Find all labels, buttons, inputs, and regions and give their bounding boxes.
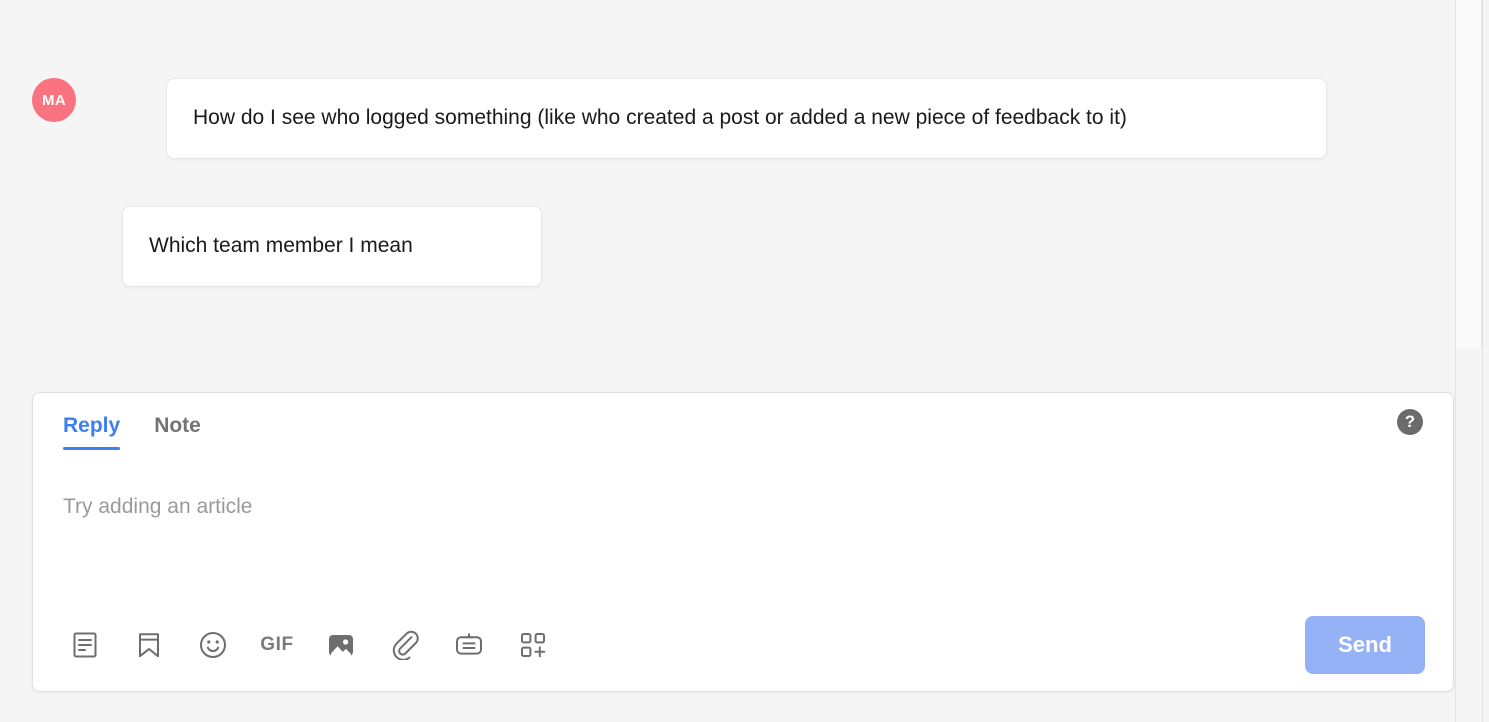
composer-header: Reply Note ? [33, 393, 1453, 465]
composer-footer: GIF Send [33, 599, 1453, 691]
help-icon[interactable]: ? [1397, 409, 1423, 435]
chat-panel: MA How do I see who logged something (li… [0, 0, 1489, 722]
message-composer: Reply Note ? Try adding an article GIF S… [32, 392, 1454, 692]
article-icon[interactable] [63, 623, 107, 667]
message-bubble: Which team member I mean [122, 206, 542, 287]
tab-reply[interactable]: Reply [63, 415, 121, 450]
conversation-column: MA How do I see who logged something (li… [0, 0, 1455, 722]
panel-divider [1482, 0, 1483, 722]
tab-note[interactable]: Note [154, 415, 201, 450]
right-panel-edge [1455, 0, 1489, 722]
image-icon[interactable] [319, 623, 363, 667]
avatar: MA [32, 78, 76, 122]
composer-tabs: Reply Note [63, 393, 201, 450]
saved-reply-icon[interactable] [127, 623, 171, 667]
message-row: MA How do I see who logged something (li… [32, 78, 1327, 159]
gif-label: GIF [260, 634, 294, 655]
gif-icon[interactable]: GIF [255, 623, 299, 667]
right-panel-surface [1456, 0, 1482, 348]
attachment-icon[interactable] [383, 623, 427, 667]
reply-input[interactable] [63, 491, 1423, 591]
send-button[interactable]: Send [1305, 616, 1425, 674]
message-row: Which team member I mean [122, 206, 542, 287]
emoji-icon[interactable] [191, 623, 235, 667]
composer-toolbar: GIF [63, 623, 555, 667]
card-icon[interactable] [447, 623, 491, 667]
composer-body [33, 465, 1453, 595]
message-list: MA How do I see who logged something (li… [0, 0, 1455, 348]
apps-add-icon[interactable] [511, 623, 555, 667]
message-bubble: How do I see who logged something (like … [166, 78, 1327, 159]
